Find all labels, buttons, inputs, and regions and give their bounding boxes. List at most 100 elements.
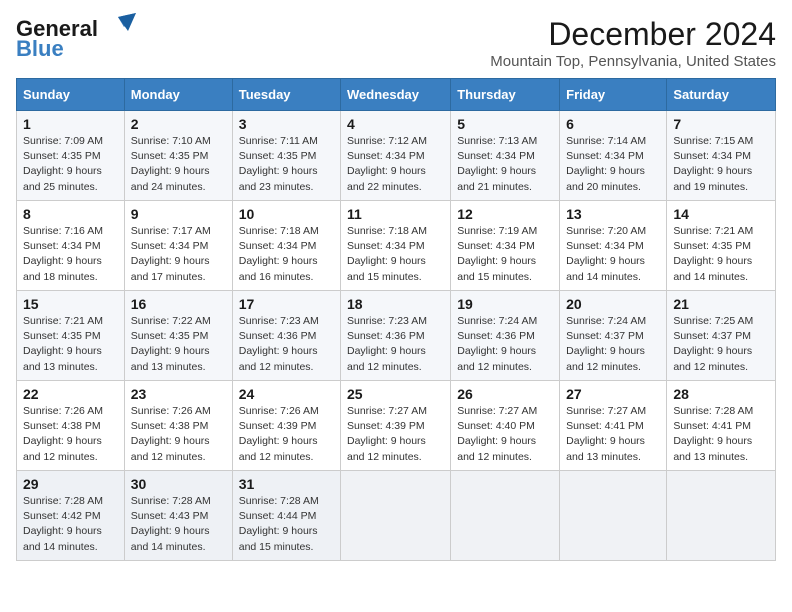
- col-header-friday: Friday: [560, 79, 667, 111]
- day-info: Sunrise: 7:11 AMSunset: 4:35 PMDaylight:…: [239, 134, 334, 195]
- day-info: Sunrise: 7:27 AMSunset: 4:39 PMDaylight:…: [347, 404, 444, 465]
- calendar-body: 1Sunrise: 7:09 AMSunset: 4:35 PMDaylight…: [17, 111, 776, 561]
- day-info: Sunrise: 7:14 AMSunset: 4:34 PMDaylight:…: [566, 134, 660, 195]
- day-info: Sunrise: 7:24 AMSunset: 4:36 PMDaylight:…: [457, 314, 553, 375]
- col-header-tuesday: Tuesday: [232, 79, 340, 111]
- day-info: Sunrise: 7:13 AMSunset: 4:34 PMDaylight:…: [457, 134, 553, 195]
- week-row-2: 8 Sunrise: 7:16 AMSunset: 4:34 PMDaylight…: [17, 201, 776, 291]
- day-number: 13: [566, 206, 660, 222]
- day-info: Sunrise: 7:19 AMSunset: 4:34 PMDaylight:…: [457, 224, 553, 285]
- day-info: Sunrise: 7:21 AMSunset: 4:35 PMDaylight:…: [23, 314, 118, 375]
- day-number: 18: [347, 296, 444, 312]
- day-number: 16: [131, 296, 226, 312]
- day-number: 15: [23, 296, 118, 312]
- day-cell: 23Sunrise: 7:26 AMSunset: 4:38 PMDayligh…: [124, 381, 232, 471]
- logo-bird-icon: [100, 13, 136, 41]
- day-number: 25: [347, 386, 444, 402]
- week-row-1: 1Sunrise: 7:09 AMSunset: 4:35 PMDaylight…: [17, 111, 776, 201]
- day-info: Sunrise: 7:28 AMSunset: 4:41 PMDaylight:…: [673, 404, 769, 465]
- day-info: Sunrise: 7:20 AMSunset: 4:34 PMDaylight:…: [566, 224, 660, 285]
- day-number: 2: [131, 116, 226, 132]
- day-number: 24: [239, 386, 334, 402]
- day-cell: 15 Sunrise: 7:21 AMSunset: 4:35 PMDayligh…: [17, 291, 125, 381]
- day-number: 21: [673, 296, 769, 312]
- day-info: Sunrise: 7:17 AMSunset: 4:34 PMDaylight:…: [131, 224, 226, 285]
- day-cell: 4 Sunrise: 7:12 AMSunset: 4:34 PMDaylight…: [341, 111, 451, 201]
- day-number: 22: [23, 386, 118, 402]
- day-info: Sunrise: 7:16 AMSunset: 4:34 PMDaylight:…: [23, 224, 118, 285]
- day-number: 8: [23, 206, 118, 222]
- day-number: 9: [131, 206, 226, 222]
- day-cell: [667, 471, 776, 561]
- day-info: Sunrise: 7:23 AMSunset: 4:36 PMDaylight:…: [347, 314, 444, 375]
- day-number: 27: [566, 386, 660, 402]
- col-header-thursday: Thursday: [451, 79, 560, 111]
- day-number: 31: [239, 476, 334, 492]
- day-info: Sunrise: 7:09 AMSunset: 4:35 PMDaylight:…: [23, 134, 118, 195]
- col-header-saturday: Saturday: [667, 79, 776, 111]
- day-cell: 10 Sunrise: 7:18 AMSunset: 4:34 PMDayligh…: [232, 201, 340, 291]
- day-cell: 11Sunrise: 7:18 AMSunset: 4:34 PMDayligh…: [341, 201, 451, 291]
- day-info: Sunrise: 7:26 AMSunset: 4:39 PMDaylight:…: [239, 404, 334, 465]
- week-row-3: 15 Sunrise: 7:21 AMSunset: 4:35 PMDayligh…: [17, 291, 776, 381]
- day-cell: 20 Sunrise: 7:24 AMSunset: 4:37 PMDayligh…: [560, 291, 667, 381]
- header-row: SundayMondayTuesdayWednesdayThursdayFrid…: [17, 79, 776, 111]
- day-info: Sunrise: 7:15 AMSunset: 4:34 PMDaylight:…: [673, 134, 769, 195]
- day-info: Sunrise: 7:18 AMSunset: 4:34 PMDaylight:…: [347, 224, 444, 285]
- day-cell: 9 Sunrise: 7:17 AMSunset: 4:34 PMDaylight…: [124, 201, 232, 291]
- day-info: Sunrise: 7:22 AMSunset: 4:35 PMDaylight:…: [131, 314, 226, 375]
- day-cell: [451, 471, 560, 561]
- day-cell: 12Sunrise: 7:19 AMSunset: 4:34 PMDayligh…: [451, 201, 560, 291]
- day-number: 14: [673, 206, 769, 222]
- day-cell: 3Sunrise: 7:11 AMSunset: 4:35 PMDaylight…: [232, 111, 340, 201]
- day-cell: 2 Sunrise: 7:10 AMSunset: 4:35 PMDaylight…: [124, 111, 232, 201]
- day-cell: 17Sunrise: 7:23 AMSunset: 4:36 PMDayligh…: [232, 291, 340, 381]
- day-cell: 27 Sunrise: 7:27 AMSunset: 4:41 PMDayligh…: [560, 381, 667, 471]
- day-cell: 1Sunrise: 7:09 AMSunset: 4:35 PMDaylight…: [17, 111, 125, 201]
- day-cell: 24 Sunrise: 7:26 AMSunset: 4:39 PMDayligh…: [232, 381, 340, 471]
- day-info: Sunrise: 7:28 AMSunset: 4:44 PMDaylight:…: [239, 494, 334, 555]
- calendar-header: SundayMondayTuesdayWednesdayThursdayFrid…: [17, 79, 776, 111]
- col-header-sunday: Sunday: [17, 79, 125, 111]
- day-info: Sunrise: 7:28 AMSunset: 4:43 PMDaylight:…: [131, 494, 226, 555]
- day-cell: 16 Sunrise: 7:22 AMSunset: 4:35 PMDayligh…: [124, 291, 232, 381]
- day-cell: 25 Sunrise: 7:27 AMSunset: 4:39 PMDayligh…: [341, 381, 451, 471]
- day-info: Sunrise: 7:21 AMSunset: 4:35 PMDaylight:…: [673, 224, 769, 285]
- day-cell: 13 Sunrise: 7:20 AMSunset: 4:34 PMDayligh…: [560, 201, 667, 291]
- day-number: 28: [673, 386, 769, 402]
- day-cell: 19 Sunrise: 7:24 AMSunset: 4:36 PMDayligh…: [451, 291, 560, 381]
- day-cell: 31 Sunrise: 7:28 AMSunset: 4:44 PMDayligh…: [232, 471, 340, 561]
- day-cell: [560, 471, 667, 561]
- day-cell: 21Sunrise: 7:25 AMSunset: 4:37 PMDayligh…: [667, 291, 776, 381]
- day-number: 6: [566, 116, 660, 132]
- day-cell: 22 Sunrise: 7:26 AMSunset: 4:38 PMDayligh…: [17, 381, 125, 471]
- day-number: 7: [673, 116, 769, 132]
- day-cell: 5Sunrise: 7:13 AMSunset: 4:34 PMDaylight…: [451, 111, 560, 201]
- day-cell: 14 Sunrise: 7:21 AMSunset: 4:35 PMDayligh…: [667, 201, 776, 291]
- day-info: Sunrise: 7:26 AMSunset: 4:38 PMDaylight:…: [23, 404, 118, 465]
- col-header-monday: Monday: [124, 79, 232, 111]
- day-info: Sunrise: 7:26 AMSunset: 4:38 PMDaylight:…: [131, 404, 226, 465]
- day-info: Sunrise: 7:12 AMSunset: 4:34 PMDaylight:…: [347, 134, 444, 195]
- title-section: December 2024 Mountain Top, Pennsylvania…: [490, 16, 776, 70]
- day-info: Sunrise: 7:18 AMSunset: 4:34 PMDaylight:…: [239, 224, 334, 285]
- day-number: 4: [347, 116, 444, 132]
- page-title: December 2024: [490, 16, 776, 53]
- day-cell: 7 Sunrise: 7:15 AMSunset: 4:34 PMDaylight…: [667, 111, 776, 201]
- day-cell: 29Sunrise: 7:28 AMSunset: 4:42 PMDayligh…: [17, 471, 125, 561]
- day-number: 30: [131, 476, 226, 492]
- day-number: 19: [457, 296, 553, 312]
- page-header: General Blue December 2024 Mountain Top,…: [16, 16, 776, 70]
- day-number: 10: [239, 206, 334, 222]
- day-cell: [341, 471, 451, 561]
- day-info: Sunrise: 7:27 AMSunset: 4:41 PMDaylight:…: [566, 404, 660, 465]
- day-cell: 6 Sunrise: 7:14 AMSunset: 4:34 PMDaylight…: [560, 111, 667, 201]
- day-cell: 8 Sunrise: 7:16 AMSunset: 4:34 PMDaylight…: [17, 201, 125, 291]
- day-number: 17: [239, 296, 334, 312]
- day-info: Sunrise: 7:28 AMSunset: 4:42 PMDaylight:…: [23, 494, 118, 555]
- week-row-5: 29Sunrise: 7:28 AMSunset: 4:42 PMDayligh…: [17, 471, 776, 561]
- calendar-table: SundayMondayTuesdayWednesdayThursdayFrid…: [16, 78, 776, 561]
- day-info: Sunrise: 7:24 AMSunset: 4:37 PMDaylight:…: [566, 314, 660, 375]
- day-info: Sunrise: 7:10 AMSunset: 4:35 PMDaylight:…: [131, 134, 226, 195]
- day-number: 20: [566, 296, 660, 312]
